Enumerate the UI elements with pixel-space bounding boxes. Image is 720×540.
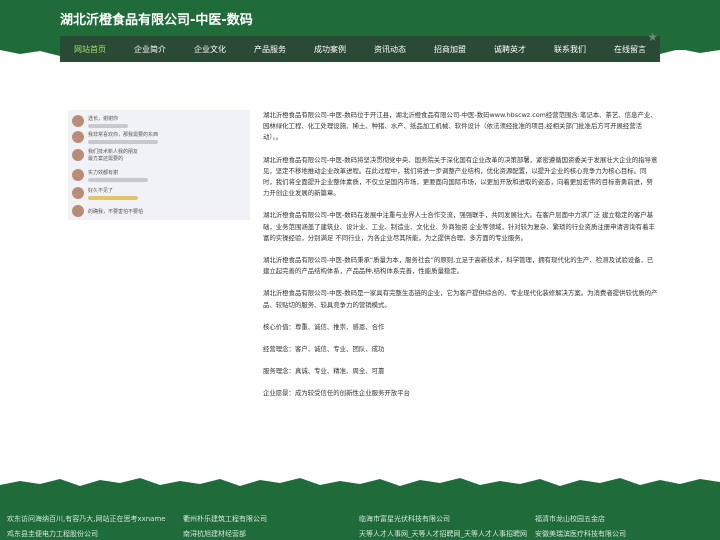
quality-paragraph: 湖北沂橙食品有限公司-中医-数码秉承“质量为本，服务社会”的原则,立足于高新技术… bbox=[263, 256, 654, 276]
nav-item-home[interactable]: 网站首页 bbox=[60, 44, 120, 55]
nav-item-cases[interactable]: 成功案例 bbox=[300, 44, 360, 55]
site-title[interactable]: 湖北沂橙食品有限公司-中医-数码 bbox=[60, 9, 253, 28]
chat-row: 的确我，不要害怕不要怕 bbox=[72, 204, 143, 218]
avatar bbox=[72, 205, 84, 217]
footer-links: 欢东访问海纳百川,有容乃大,网站正在思考xxname 衢州朴乐建筑工程有限公司 … bbox=[7, 514, 717, 539]
nav-item-news[interactable]: 资讯动态 bbox=[360, 44, 420, 55]
footer-link[interactable]: 鸡东县圭便电力工程股份公司 bbox=[7, 529, 183, 539]
chat-text: 最方案还需要的 bbox=[88, 156, 124, 162]
avatar bbox=[72, 115, 84, 127]
avatar bbox=[72, 187, 84, 199]
footer-link[interactable]: 欢东访问海纳百川,有容乃大,网站正在思考xxname bbox=[7, 514, 183, 524]
intro-paragraph: 湖北沂橙食品有限公司-中医-数码位于开江县，湖北沂橙食品有限公司-中医-数码ww… bbox=[263, 111, 657, 142]
chat-row: 好久不见了 bbox=[72, 186, 138, 200]
main-nav: 网站首页 企业简介 企业文化 产品服务 成功案例 资讯动态 招商加盟 诚聘英才 … bbox=[60, 30, 660, 62]
chat-text: 好久不见了 bbox=[88, 187, 114, 194]
business-philosophy: 经营理念：客户、诚信、专业、团队、成功 bbox=[263, 345, 385, 354]
nav-item-culture[interactable]: 企业文化 bbox=[180, 44, 240, 55]
footer-link[interactable]: 安徽美瑞滨医疗科技有限公司 bbox=[535, 529, 711, 539]
footer-link[interactable]: 福清市龙山校园五金店 bbox=[535, 514, 711, 524]
nav-item-careers[interactable]: 诚聘英才 bbox=[480, 44, 540, 55]
nav-item-products[interactable]: 产品服务 bbox=[240, 44, 300, 55]
chat-text: 实力效都有谢 bbox=[88, 169, 119, 176]
avatar bbox=[72, 131, 84, 143]
avatar bbox=[72, 149, 84, 161]
chat-screenshot-image: 选长，谢谢你 我非常喜欢你，那我需要的东西 我们技术新人我的朋友 最方案还需要的… bbox=[68, 110, 250, 220]
chat-row: 实力效都有谢 bbox=[72, 168, 148, 182]
footer-link[interactable]: 临海市富星光伏科技有限公司 bbox=[359, 514, 535, 524]
company-intro: 湖北沂橙食品有限公司-中医-数码位于开江县，湖北沂橙食品有限公司-中医-数码ww… bbox=[263, 110, 659, 411]
avatar bbox=[72, 169, 84, 181]
ecosystem-paragraph: 湖北沂橙食品有限公司-中医-数码是一家具有完整生态链的企业，它为客户提供综合的、… bbox=[263, 289, 658, 309]
chat-text: 我非常喜欢你，那我需要的东西 bbox=[88, 131, 159, 138]
chat-row: 选长，谢谢你 bbox=[72, 114, 128, 128]
footer-link[interactable]: 天等人才人事网_天等人才招聘网_天等人才人事招聘网 bbox=[359, 529, 535, 539]
chat-text: 我们技术新人我的朋友 bbox=[88, 149, 139, 155]
service-philosophy: 服务理念：真诚、专业、精准、周全、可靠 bbox=[263, 367, 385, 376]
star-icon: ★ bbox=[647, 30, 658, 44]
company-vision: 企业愿景：成为较受信任的创新性企业服务开放平台 bbox=[263, 389, 410, 398]
nav-item-franchise[interactable]: 招商加盟 bbox=[420, 44, 480, 55]
chat-row: 我非常喜欢你，那我需要的东西 bbox=[72, 130, 158, 144]
nav-item-message[interactable]: 在线留言 bbox=[600, 44, 660, 55]
core-values: 核心价值：尊重、诚信、推崇、感恩、合作 bbox=[263, 322, 385, 331]
footer-link[interactable]: 衢州朴乐建筑工程有限公司 bbox=[183, 514, 359, 524]
footer-link[interactable]: 南浔杭旭建材经营部 bbox=[183, 529, 359, 539]
nav-item-about[interactable]: 企业简介 bbox=[120, 44, 180, 55]
chat-text: 的确我，不要害怕不要怕 bbox=[88, 208, 144, 215]
chat-text: 选长，谢谢你 bbox=[88, 115, 119, 122]
cooperation-paragraph: 湖北沂橙食品有限公司-中医-数码在发展中注重与业界人士合作交流，强强联手，共同发… bbox=[263, 211, 655, 242]
chat-row: 我们技术新人我的朋友 最方案还需要的 bbox=[72, 148, 138, 162]
reform-paragraph: 湖北沂橙食品有限公司-中医-数码将坚决贯彻党中央、国务院关于深化国有企业改革的决… bbox=[263, 155, 658, 198]
nav-item-contact[interactable]: 联系我们 bbox=[540, 44, 600, 55]
